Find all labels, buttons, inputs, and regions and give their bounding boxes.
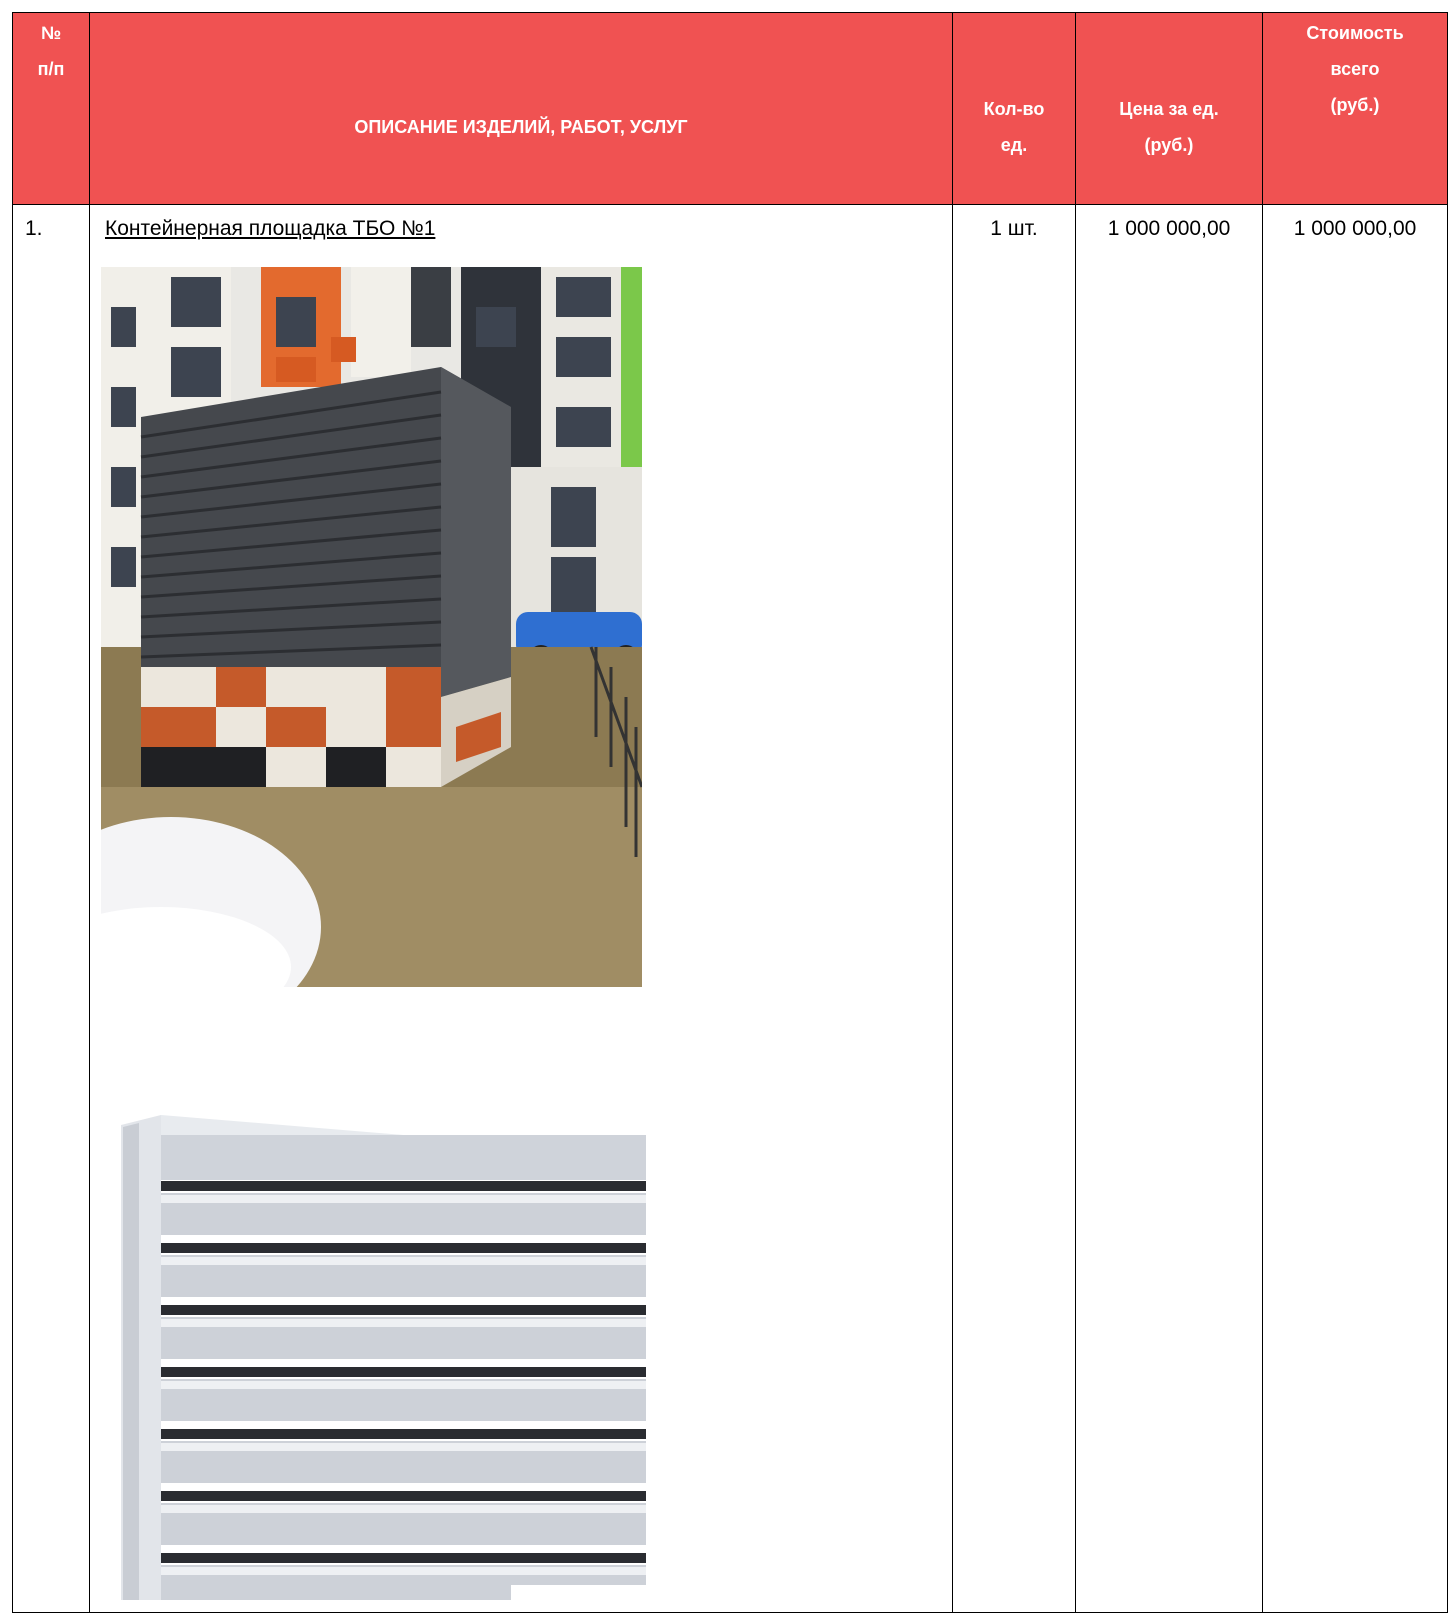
table-row: 1. Контейнерная площадка ТБО №1 1 шт. 1 … xyxy=(12,204,1448,1613)
header-total-line2: всего xyxy=(1330,59,1380,79)
container-site-photo xyxy=(101,267,642,987)
header-qty: Кол-во ед. xyxy=(952,12,1076,205)
specification-table: № п/п ОПИСАНИЕ ИЗДЕЛИЙ, РАБОТ, УСЛУГ Кол… xyxy=(12,12,1448,1613)
row-qty: 1 шт. xyxy=(952,204,1076,1613)
header-num-line1: № xyxy=(40,23,62,43)
header-price-line1: Цена за ед. xyxy=(1119,98,1219,119)
row-num: 1. xyxy=(12,204,90,1613)
row-price: 1 000 000,00 xyxy=(1075,204,1263,1613)
row-total: 1 000 000,00 xyxy=(1262,204,1448,1613)
row-description: Контейнерная площадка ТБО №1 xyxy=(89,204,953,1613)
header-qty-line1: Кол-во xyxy=(983,98,1045,119)
header-total-line3: (руб.) xyxy=(1330,95,1380,115)
header-description-label: ОПИСАНИЕ ИЗДЕЛИЙ, РАБОТ, УСЛУГ xyxy=(354,116,688,137)
header-description: ОПИСАНИЕ ИЗДЕЛИЙ, РАБОТ, УСЛУГ xyxy=(89,12,953,205)
header-num: № п/п xyxy=(12,12,90,205)
table-header-row: № п/п ОПИСАНИЕ ИЗДЕЛИЙ, РАБОТ, УСЛУГ Кол… xyxy=(12,12,1448,205)
header-total: Стоимость всего (руб.) xyxy=(1262,12,1448,205)
header-qty-line2: ед. xyxy=(1000,134,1028,155)
header-price-line2: (руб.) xyxy=(1144,134,1194,155)
header-price: Цена за ед. (руб.) xyxy=(1075,12,1263,205)
header-total-line1: Стоимость xyxy=(1306,23,1404,43)
item-title: Контейнерная площадка ТБО №1 xyxy=(105,217,436,240)
louver-panel-photo xyxy=(101,1095,659,1600)
header-num-line2: п/п xyxy=(37,59,65,79)
